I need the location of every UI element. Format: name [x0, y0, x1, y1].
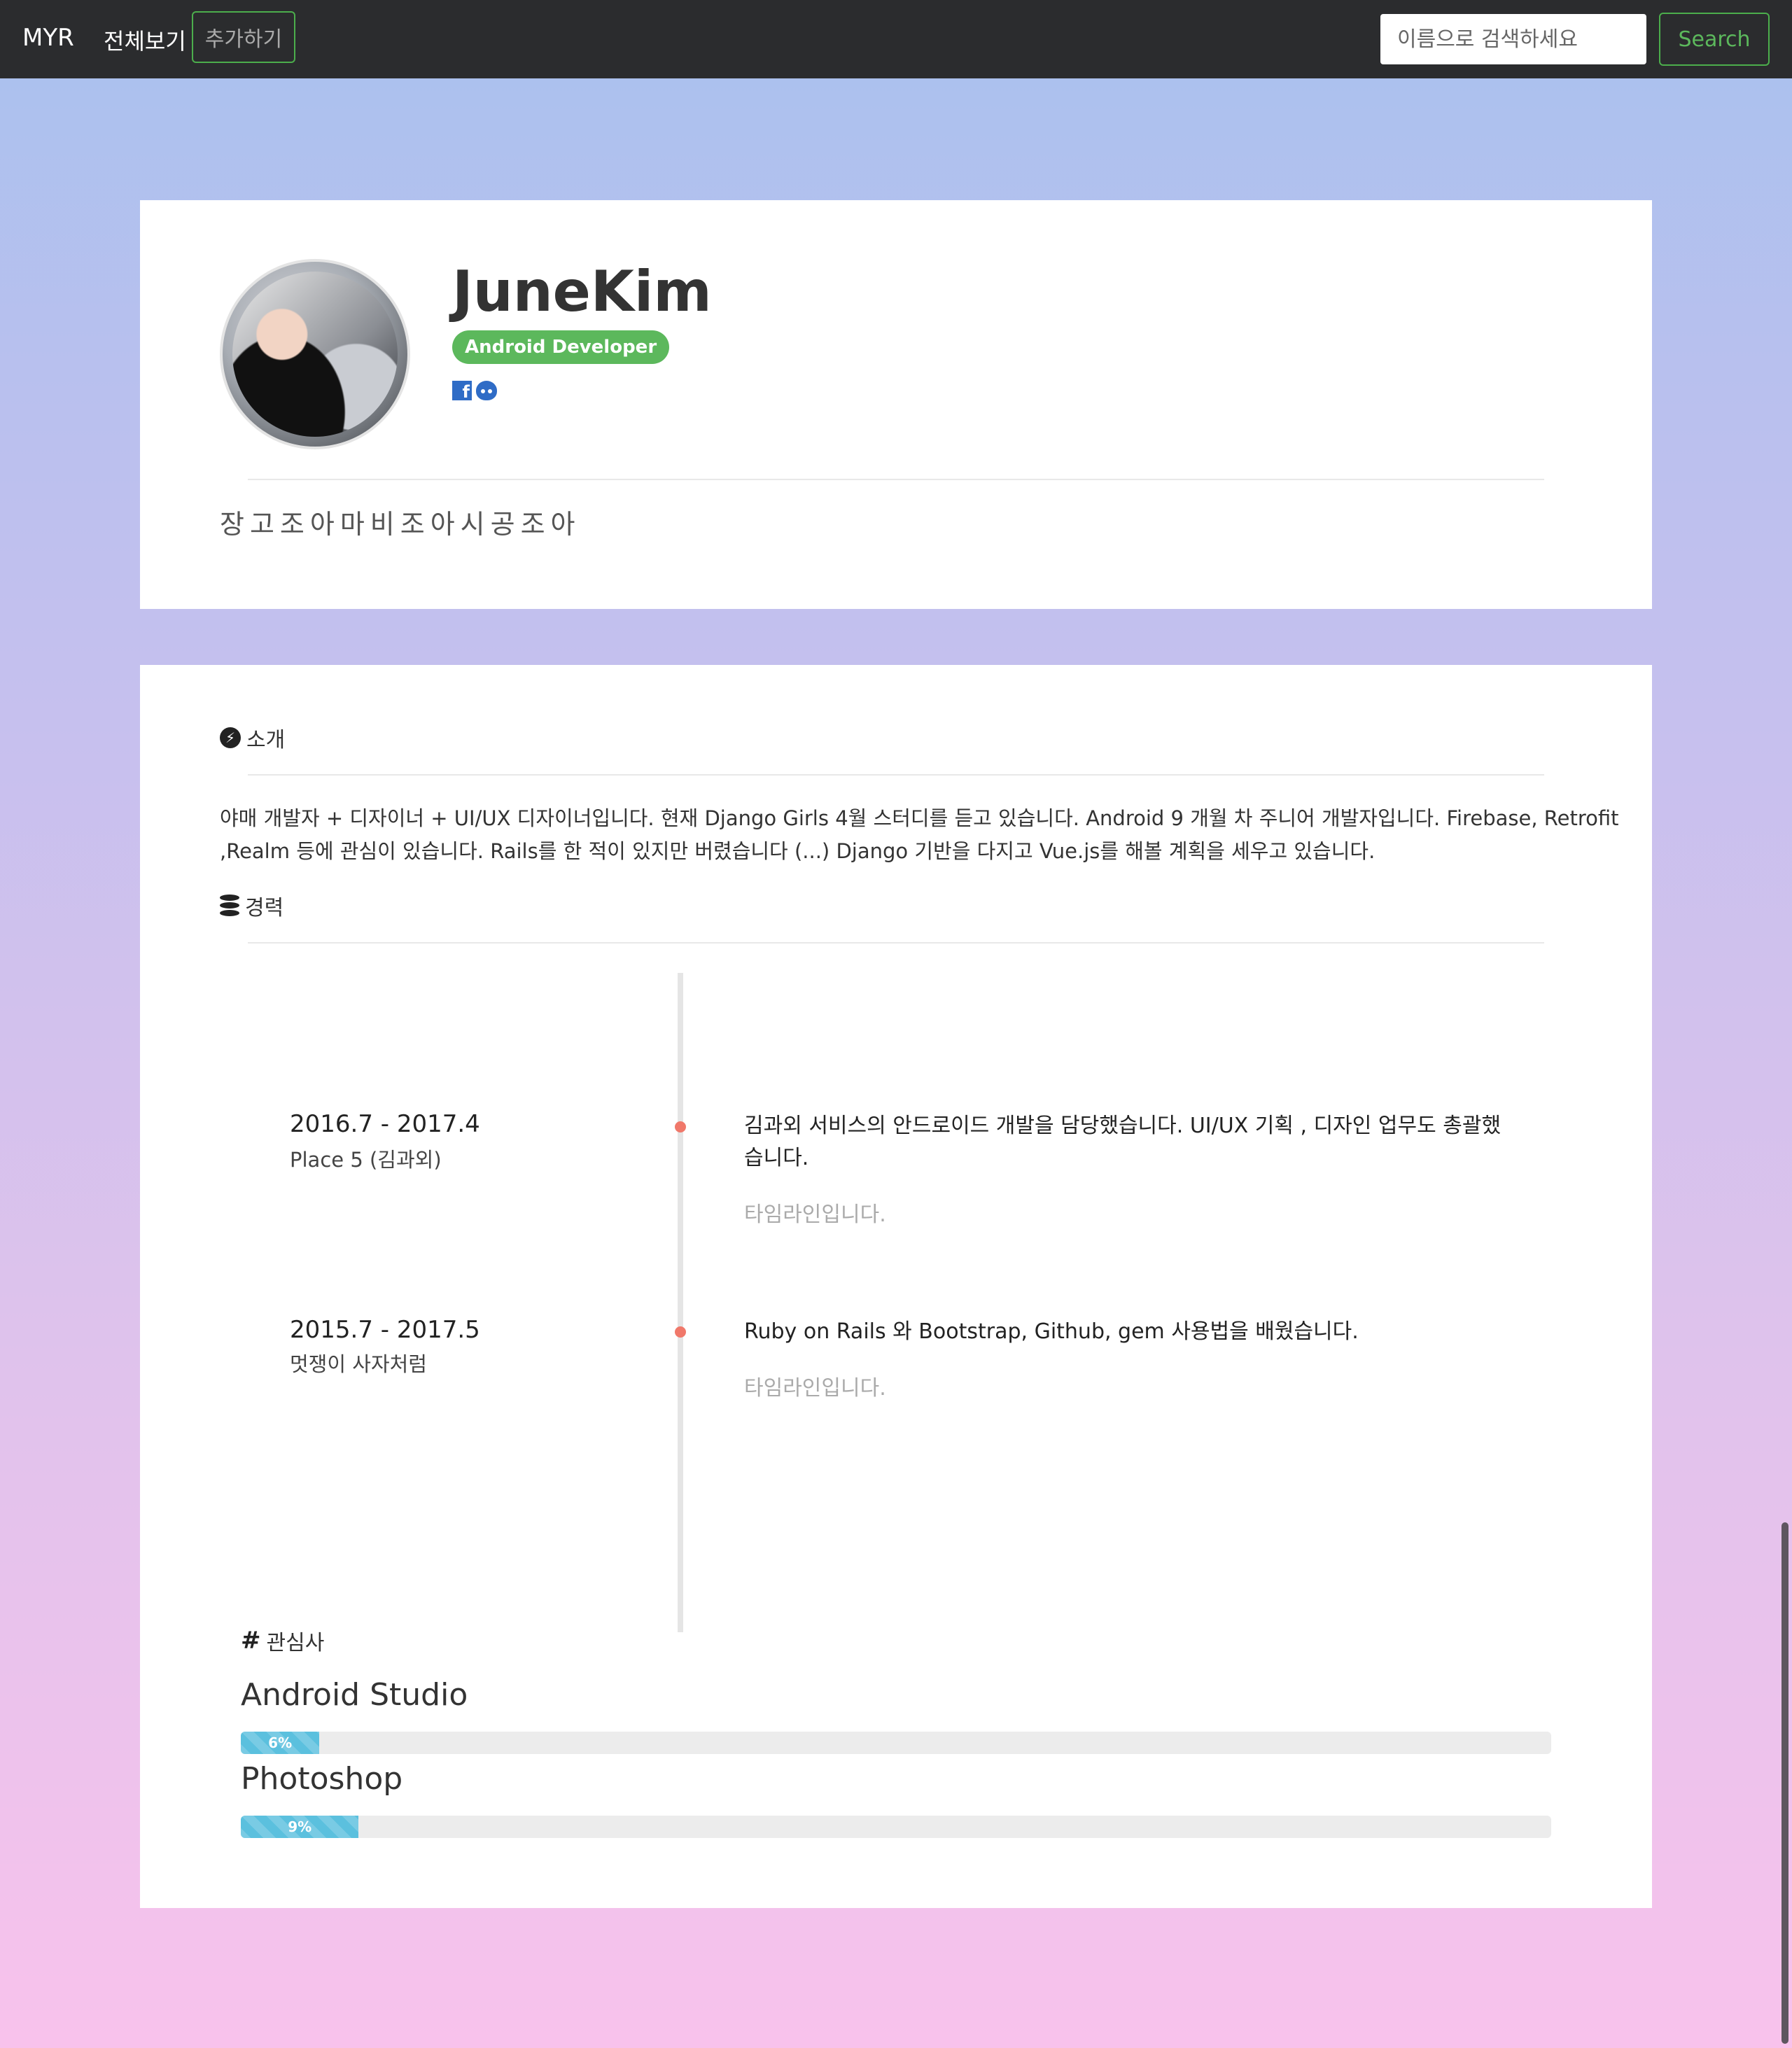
github-icon[interactable] [476, 381, 497, 400]
intro-heading: ⚡ 소개 [220, 722, 285, 753]
intro-divider [248, 774, 1544, 776]
skill-progress-fill: 9% [241, 1816, 359, 1838]
career-heading: 경력 [220, 890, 284, 921]
timeline-date: 2016.7 - 2017.4 [290, 1110, 480, 1138]
database-icon [220, 895, 239, 917]
brand-link[interactable]: MYR [22, 24, 74, 52]
nav-view-all-link[interactable]: 전체보기 [104, 24, 186, 56]
profile-card: JuneKim Android Developer f 장고조아마비조아시공조아 [140, 200, 1652, 609]
nav-add-button[interactable]: 추가하기 [192, 11, 295, 63]
detail-card: ⚡ 소개 야매 개발자 + 디자이너 + UI/UX 디자이너입니다. 현재 D… [140, 665, 1652, 1908]
skill-progress-fill: 6% [241, 1732, 320, 1754]
skill-name: Android Studio [241, 1677, 468, 1713]
timeline-date: 2015.7 - 2017.5 [290, 1316, 480, 1344]
interests-heading-label: 관심사 [266, 1631, 325, 1655]
avatar-photo [232, 272, 398, 437]
timeline-dot [675, 1326, 686, 1338]
timeline-place: Place 5 (김과외) [290, 1148, 442, 1172]
role-badge: Android Developer [452, 330, 670, 364]
timeline-subtext: 타임라인입니다. [744, 1376, 886, 1401]
interests-heading: # 관심사 [241, 1625, 324, 1656]
scrollbar-thumb[interactable] [1782, 1522, 1788, 2044]
facebook-icon[interactable]: f [452, 381, 472, 400]
search-input[interactable] [1380, 14, 1646, 64]
skill-progress-bar: 6% [241, 1732, 1551, 1754]
profile-name: JuneKim [452, 259, 712, 324]
avatar [220, 259, 410, 449]
running-icon: ⚡ [220, 727, 241, 748]
skill-name: Photoshop [241, 1761, 403, 1797]
social-links: f [452, 381, 497, 400]
hashtag-icon: # [241, 1627, 261, 1655]
intro-heading-label: 소개 [246, 728, 286, 752]
profile-motto: 장고조아마비조아시공조아 [220, 509, 581, 540]
career-divider [248, 942, 1544, 944]
career-heading-label: 경력 [245, 896, 284, 920]
timeline-dot [675, 1121, 686, 1132]
timeline-line [678, 973, 683, 1632]
profile-divider [248, 479, 1544, 480]
search-button[interactable]: Search [1659, 13, 1770, 66]
navbar: MYR 전체보기 추가하기 Search [0, 0, 1792, 78]
timeline-description: Ruby on Rails 와 Bootstrap, Github, gem 사… [744, 1319, 1359, 1344]
timeline-subtext: 타임라인입니다. [744, 1202, 886, 1227]
timeline-description: 김과외 서비스의 안드로이드 개발을 담당했습니다. UI/UX 기획 , 디자… [744, 1114, 1502, 1170]
skill-progress-bar: 9% [241, 1816, 1551, 1838]
intro-text: 야매 개발자 + 디자이너 + UI/UX 디자이너입니다. 현재 Django… [220, 806, 1619, 863]
timeline-place: 멋쟁이 사자처럼 [290, 1352, 427, 1376]
